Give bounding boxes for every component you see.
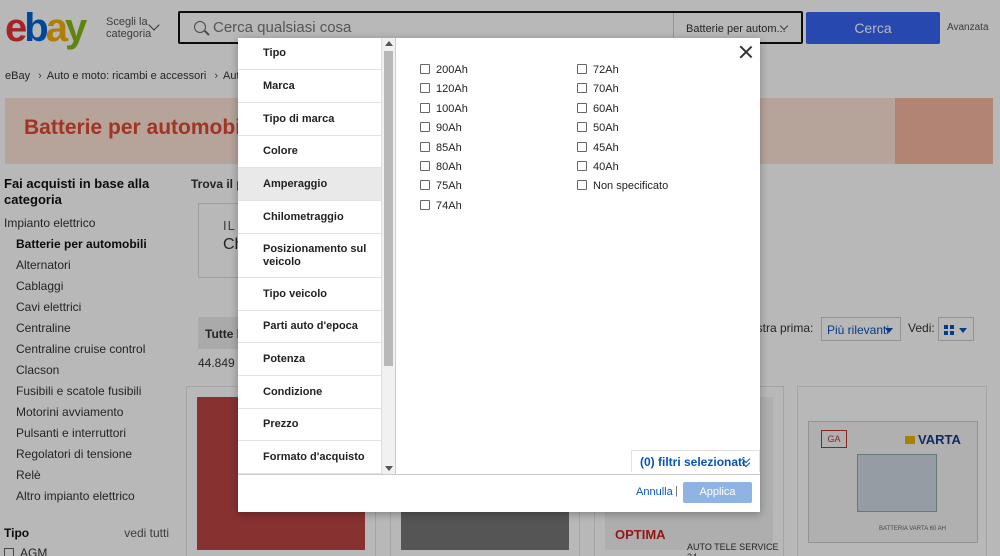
- checkbox[interactable]: [420, 180, 430, 191]
- filter-tab[interactable]: Amperaggio: [238, 168, 381, 201]
- amperage-option[interactable]: Non specificato: [577, 180, 668, 192]
- filter-tab[interactable]: Tipo veicolo: [238, 278, 381, 311]
- amperage-option-label: 100Ah: [436, 102, 468, 115]
- checkbox[interactable]: [577, 64, 587, 74]
- filter-tab-list: Tipo Marca Tipo di marca Colore Amperaggio Ch…: [238, 38, 381, 474]
- apply-button[interactable]: Applica: [683, 482, 752, 503]
- scroll-down-icon[interactable]: [385, 466, 393, 471]
- filter-tab[interactable]: Posizionamento sul veicolo: [238, 234, 381, 278]
- amperage-option-label: 72Ah: [593, 64, 619, 76]
- checkbox[interactable]: [577, 102, 587, 113]
- checkbox[interactable]: [577, 161, 587, 171]
- amperage-option-label: 85Ah: [436, 141, 462, 154]
- amperage-option[interactable]: 100Ah: [420, 102, 468, 115]
- amperage-option-label: 70Ah: [593, 83, 619, 96]
- filter-tab[interactable]: Parti auto d'epoca: [238, 311, 381, 343]
- filter-tab[interactable]: Marca: [238, 70, 381, 103]
- filter-modal: Tipo Marca Tipo di marca Colore Amperaggio Ch…: [238, 38, 760, 512]
- amperage-option-label: 200Ah: [436, 64, 468, 76]
- checkbox[interactable]: [420, 122, 430, 133]
- filter-tab[interactable]: Condizione: [238, 376, 381, 409]
- amperage-option-label: Non specificato: [593, 180, 669, 193]
- filter-tab[interactable]: Tipo: [238, 38, 381, 70]
- amperage-option-label: 80Ah: [436, 161, 462, 173]
- amperage-option[interactable]: 75Ah: [420, 180, 462, 192]
- checkbox[interactable]: [420, 161, 430, 171]
- cancel-link[interactable]: Annulla: [636, 486, 673, 498]
- filter-tab[interactable]: Chilometraggio: [238, 201, 381, 234]
- scrollbar[interactable]: [381, 38, 395, 474]
- scrollbar-thumb[interactable]: [384, 51, 393, 366]
- checkbox[interactable]: [420, 199, 430, 210]
- modal-footer: Annulla | Applica: [238, 474, 760, 512]
- checkbox[interactable]: [420, 64, 430, 74]
- amperage-option-label: 40Ah: [593, 161, 619, 173]
- checkbox[interactable]: [577, 141, 587, 152]
- amperage-option-label: 50Ah: [593, 122, 619, 135]
- amperage-option[interactable]: 90Ah: [420, 122, 462, 134]
- amperage-option-label: 60Ah: [593, 102, 619, 115]
- amperage-option[interactable]: 74Ah: [420, 199, 462, 212]
- filter-tab[interactable]: Prezzo: [238, 409, 381, 441]
- panel-divider: [395, 38, 396, 474]
- checkbox[interactable]: [577, 83, 587, 94]
- amperage-option[interactable]: 72Ah: [577, 64, 619, 76]
- amperage-option[interactable]: 60Ah: [577, 102, 619, 115]
- scroll-up-icon[interactable]: [385, 41, 393, 46]
- amperage-option[interactable]: 200Ah: [420, 64, 468, 76]
- footer-separator: |: [675, 485, 678, 497]
- selected-filters-count: (0) filtri selezionati: [640, 455, 746, 469]
- amperage-option[interactable]: 85Ah: [420, 141, 462, 154]
- checkbox[interactable]: [420, 83, 430, 94]
- close-icon[interactable]: [737, 43, 755, 61]
- amperage-option-label: 90Ah: [436, 122, 462, 135]
- checkbox[interactable]: [577, 180, 587, 191]
- amperage-option[interactable]: 120Ah: [420, 83, 468, 95]
- ebay-page: ebay Scegli la categoria Cerca qualsiasi…: [0, 0, 1000, 556]
- filter-tab[interactable]: Colore: [238, 136, 381, 168]
- amperage-option-label: 74Ah: [436, 199, 462, 212]
- filter-tab[interactable]: Formato d'acquisto: [238, 441, 381, 474]
- selected-filters-toggle[interactable]: (0) filtri selezionati: [631, 450, 760, 472]
- amperage-option[interactable]: 45Ah: [577, 141, 619, 154]
- checkbox[interactable]: [577, 122, 587, 133]
- amperage-option-label: 120Ah: [436, 83, 468, 96]
- checkbox[interactable]: [420, 102, 430, 113]
- amperage-option[interactable]: 80Ah: [420, 161, 462, 173]
- checkbox[interactable]: [420, 141, 430, 152]
- amperage-option-label: 45Ah: [593, 141, 619, 154]
- filter-tab[interactable]: Tipo di marca: [238, 103, 381, 136]
- amperage-option[interactable]: 50Ah: [577, 122, 619, 134]
- amperage-option-label: 75Ah: [436, 180, 462, 193]
- amperage-option[interactable]: 40Ah: [577, 161, 619, 173]
- filter-tab[interactable]: Potenza: [238, 343, 381, 376]
- amperage-option[interactable]: 70Ah: [577, 83, 619, 95]
